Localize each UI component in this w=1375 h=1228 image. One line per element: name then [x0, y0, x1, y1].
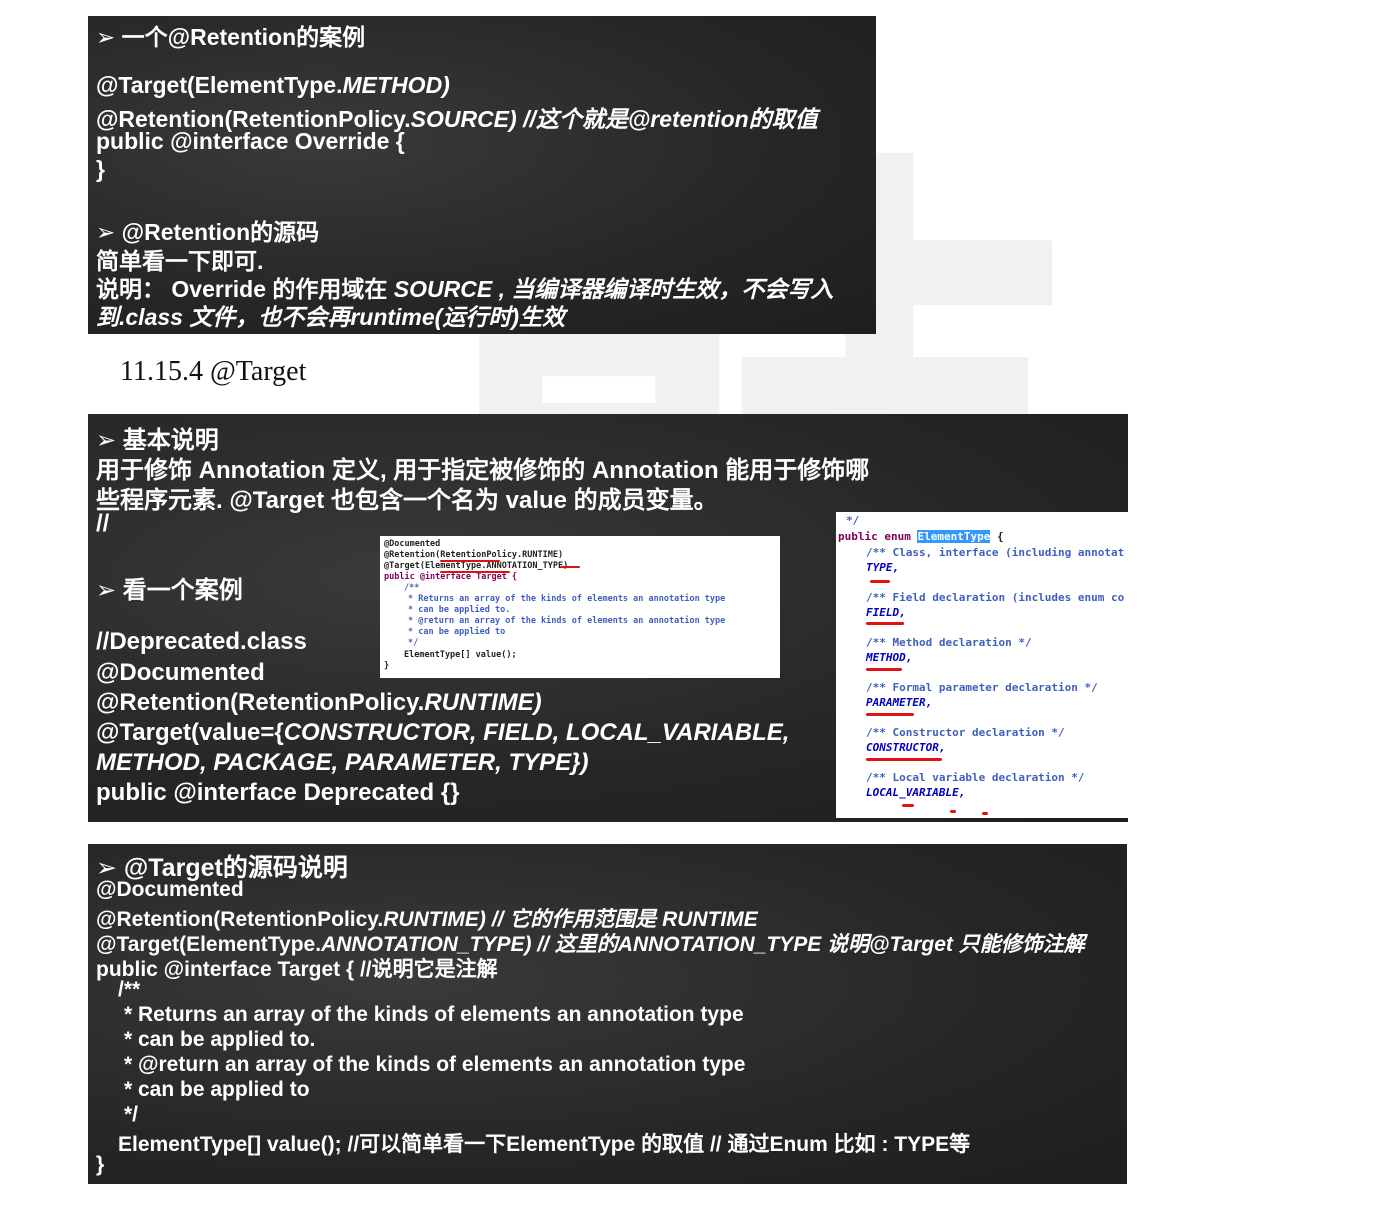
panel-heading: ➢ 一个@Retention的案例: [96, 24, 366, 50]
code-line: @Retention(RetentionPolicy.RUNTIME): [96, 689, 542, 716]
code-line: /** Constructor declaration */: [866, 726, 1065, 739]
code-line: */: [408, 638, 419, 648]
code-line: * can be applied to: [124, 1078, 310, 1101]
target-source-panel: ➢ @Target的源码说明 @Documented @Retention(Re…: [88, 844, 1127, 1184]
red-underline: [440, 560, 500, 562]
panel-subheading: ➢ 看一个案例: [96, 577, 243, 604]
red-underline: [866, 668, 902, 671]
red-underline: [866, 713, 914, 716]
code-line: * @return an array of the kinds of eleme…: [408, 616, 726, 626]
enum-constant: CONSTRUCTOR,: [866, 741, 946, 754]
code-line: * Returns an array of the kinds of eleme…: [124, 1003, 744, 1026]
red-underline: [870, 580, 890, 583]
code-line: @Target(value={CONSTRUCTOR, FIELD, LOCAL…: [96, 719, 790, 746]
code-line: @Target(ElementType.ANNOTATION_TYPE): [384, 561, 569, 571]
comment-line: //: [96, 510, 110, 537]
code-line: @Documented: [384, 539, 441, 549]
code-line: ElementType[] value(); //可以简单看一下ElementT…: [118, 1133, 971, 1156]
code-line: @Target(ElementType.METHOD): [96, 72, 450, 98]
code-line: public enum ElementType {: [838, 530, 1004, 543]
code-line: }: [96, 1153, 105, 1176]
enum-constant: PARAMETER,: [866, 696, 933, 709]
enum-constant: TYPE,: [866, 561, 900, 574]
enum-constant: FIELD,: [866, 606, 906, 619]
retention-example-panel: ➢ 一个@Retention的案例 @Target(ElementType.ME…: [88, 16, 876, 334]
code-line: /**: [404, 583, 420, 593]
code-line: * can be applied to.: [124, 1028, 316, 1051]
code-line: public @interface Target {: [384, 572, 518, 582]
code-line: * @return an array of the kinds of eleme…: [124, 1053, 746, 1076]
section-title: 11.15.4 @Target: [120, 356, 307, 387]
code-line: @Documented: [96, 878, 244, 901]
code-line: /** Method declaration */: [866, 636, 1032, 649]
description-line: 些程序元素. @Target 也包含一个名为 value 的成员变量。: [96, 487, 718, 514]
enum-constant: METHOD,: [866, 651, 913, 664]
code-line: }: [96, 156, 105, 182]
element-type-enum-screenshot: */ public enum ElementType { /** Class, …: [836, 512, 1128, 818]
code-line: * Returns an array of the kinds of eleme…: [408, 594, 726, 604]
code-line: @Retention(RetentionPolicy.RUNTIME): [384, 550, 564, 560]
red-underline: [866, 622, 904, 625]
code-line: /**: [118, 978, 141, 1001]
red-underline: [950, 810, 956, 813]
code-line: /** Field declaration (includes enum co: [866, 591, 1125, 604]
code-line: /** Formal parameter declaration */: [866, 681, 1098, 694]
code-line: */: [124, 1103, 139, 1126]
code-line: @Documented: [96, 659, 265, 686]
code-line: public @interface Override {: [96, 128, 405, 154]
code-line: ElementType[] value();: [404, 650, 517, 660]
target-basic-panel: ➢ 基本说明 用于修饰 Annotation 定义, 用于指定被修饰的 Anno…: [88, 414, 1128, 822]
red-underline: [982, 812, 988, 815]
target-source-screenshot: @Documented @Retention(RetentionPolicy.R…: [380, 536, 780, 678]
code-line: */: [846, 514, 860, 527]
code-line: /** Local variable declaration */: [866, 771, 1085, 784]
code-line: /** Class, interface (including annotat: [866, 546, 1125, 559]
red-underline: [866, 758, 942, 761]
red-underline: [440, 571, 510, 573]
code-line: //Deprecated.class: [96, 628, 307, 655]
red-underline: [560, 566, 580, 568]
red-underline: [902, 804, 914, 807]
code-line: public @interface Deprecated {}: [96, 779, 460, 806]
note-line: 到.class 文件，也不会再runtime(运行时)生效: [96, 304, 565, 330]
code-line: METHOD, PACKAGE, PARAMETER, TYPE}): [96, 749, 589, 776]
code-line: }: [384, 661, 390, 671]
code-line: * can be applied to.: [408, 605, 511, 615]
code-line: public @interface Target { //说明它是注解: [96, 958, 498, 981]
code-line: * can be applied to: [408, 627, 506, 637]
enum-constant: LOCAL_VARIABLE,: [866, 786, 966, 799]
